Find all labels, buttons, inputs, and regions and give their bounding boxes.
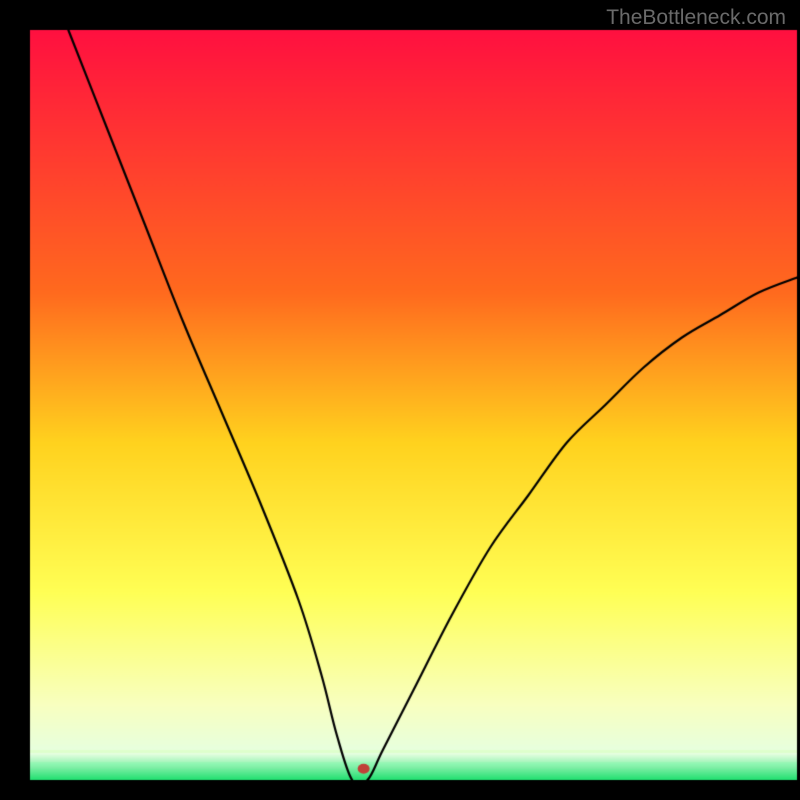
bottleneck-chart <box>0 0 800 800</box>
watermark-text: TheBottleneck.com <box>606 6 786 30</box>
chart-container: TheBottleneck.com <box>0 0 800 800</box>
